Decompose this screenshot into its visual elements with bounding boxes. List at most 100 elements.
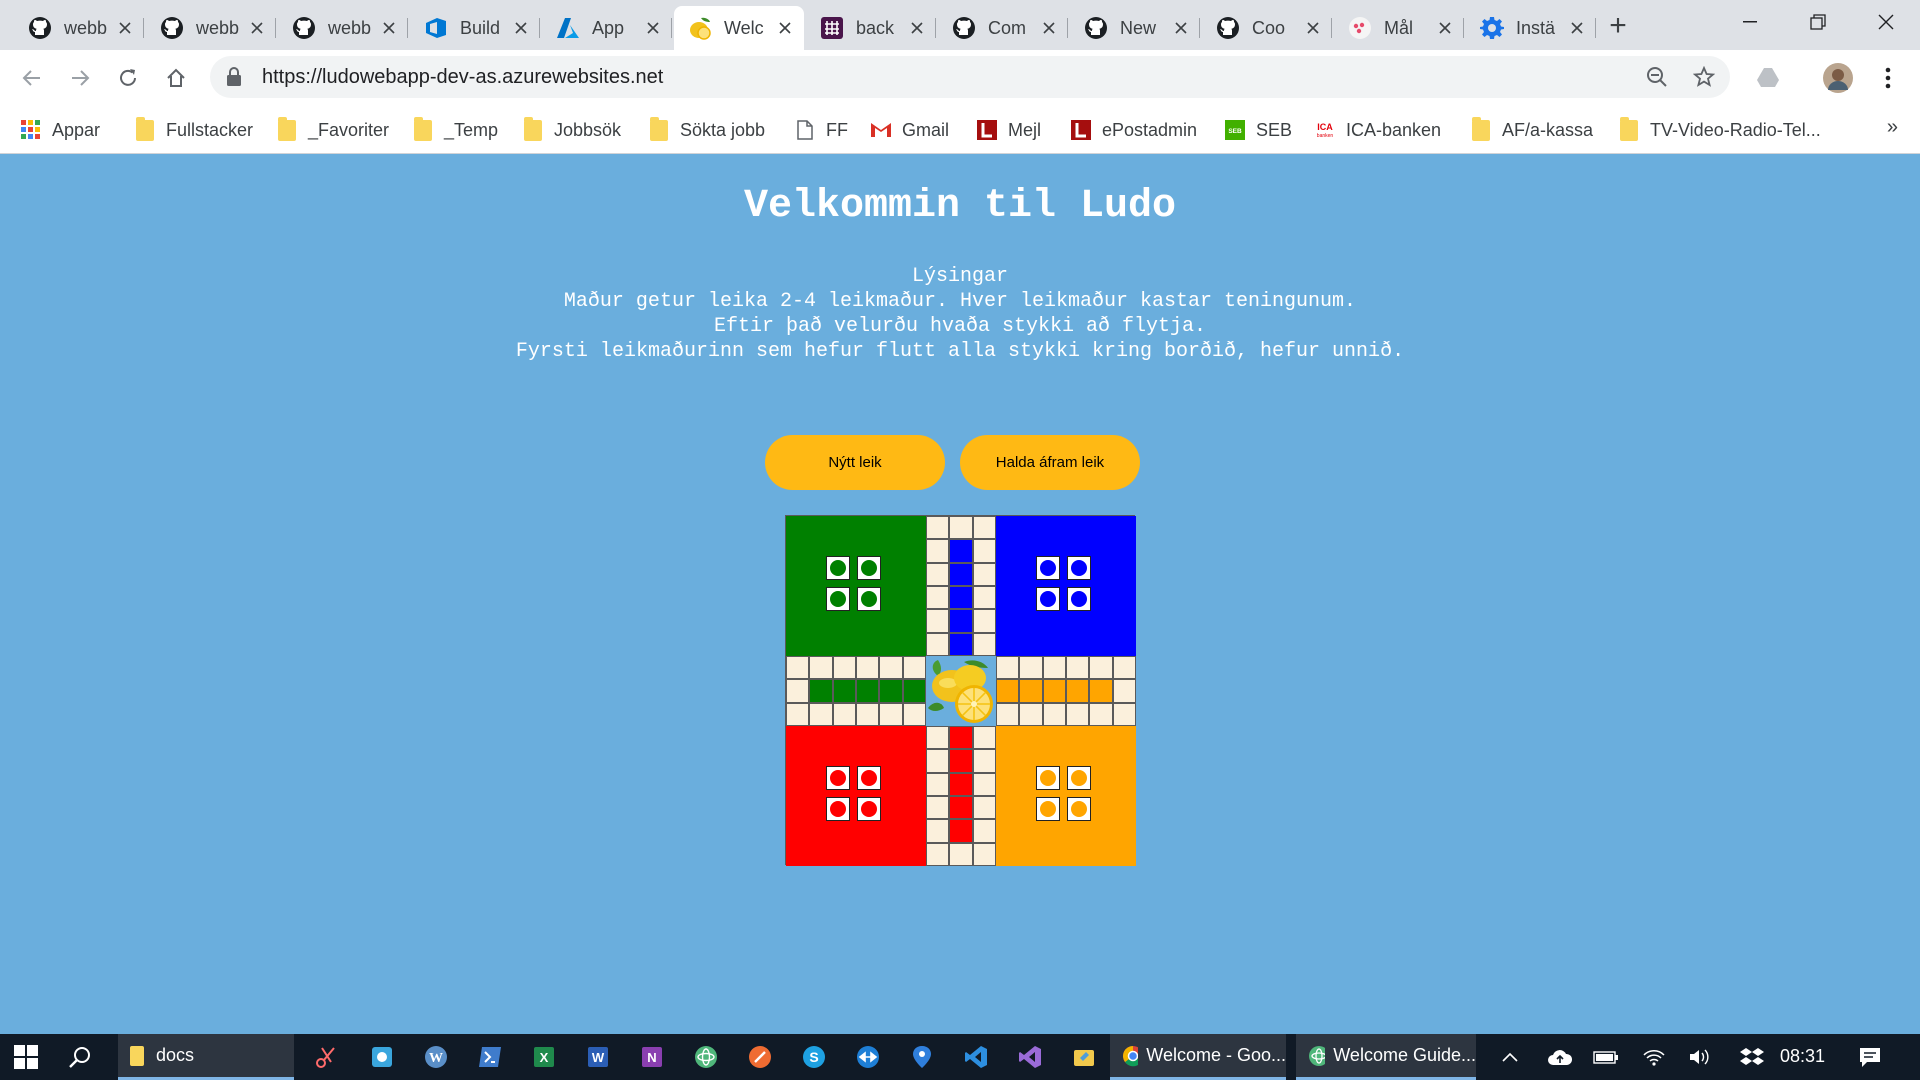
game-piece[interactable]	[1067, 587, 1091, 611]
bookmark-7[interactable]: Gmail	[870, 116, 949, 144]
taskbar-pin-tools[interactable]	[1070, 1043, 1098, 1071]
minimize-button[interactable]	[1716, 0, 1784, 44]
battery-tray-button[interactable]	[1592, 1043, 1620, 1071]
restore-button[interactable]	[1784, 0, 1852, 44]
game-piece[interactable]	[857, 556, 881, 580]
game-piece[interactable]	[1067, 556, 1091, 580]
taskbar-pin-onenote[interactable]: N	[638, 1043, 666, 1071]
taskbar-pin-snipping[interactable]	[312, 1043, 340, 1071]
menu-button[interactable]	[1870, 60, 1906, 96]
home-lane-blue	[949, 632, 973, 656]
tab-4[interactable]: App	[542, 6, 672, 50]
game-piece[interactable]	[826, 766, 850, 790]
taskbar-pin-word[interactable]: W	[584, 1043, 612, 1071]
game-piece[interactable]	[826, 556, 850, 580]
tab-3[interactable]: Build	[410, 6, 540, 50]
tab-6[interactable]: back	[806, 6, 936, 50]
taskbar-pin-excel[interactable]: X	[530, 1043, 558, 1071]
taskbar-pin-postman[interactable]	[746, 1043, 774, 1071]
bookmark-star-button[interactable]	[1690, 63, 1718, 91]
game-piece[interactable]	[1067, 797, 1091, 821]
bookmark-8[interactable]: Mejl	[976, 116, 1041, 144]
forward-button[interactable]	[62, 60, 98, 96]
taskbar-pin-wordpress[interactable]: W	[422, 1043, 450, 1071]
bookmark-13[interactable]: TV-Video-Radio-Tel...	[1618, 116, 1821, 144]
bookmark-6[interactable]: FF	[794, 116, 848, 144]
tab-2[interactable]: webb	[278, 6, 408, 50]
tab-0[interactable]: webb	[14, 6, 144, 50]
game-piece[interactable]	[857, 766, 881, 790]
onedrive-tray-button[interactable]	[1546, 1043, 1574, 1071]
tab-5[interactable]: Welc	[674, 6, 804, 50]
taskbar-pin-skype[interactable]: S	[800, 1043, 828, 1071]
bookmark-1[interactable]: Fullstacker	[134, 116, 253, 144]
new-tab-button[interactable]: +	[1602, 9, 1634, 42]
game-piece[interactable]	[1036, 797, 1060, 821]
home-button[interactable]	[158, 60, 194, 96]
game-piece[interactable]	[857, 797, 881, 821]
taskbar-pin-app[interactable]	[368, 1043, 396, 1071]
bookmark-5[interactable]: Sökta jobb	[648, 116, 765, 144]
reload-button[interactable]	[110, 60, 146, 96]
address-bar[interactable]: https://ludowebapp-dev-as.azurewebsites.…	[210, 56, 1730, 98]
tab-close-button[interactable]	[248, 19, 266, 37]
bookmark-4[interactable]: Jobbsök	[522, 116, 621, 144]
show-hidden-icons-button[interactable]	[1496, 1043, 1524, 1071]
close-window-button[interactable]	[1852, 0, 1920, 44]
wifi-tray-button[interactable]	[1640, 1043, 1668, 1071]
taskbar-pin-vscode[interactable]	[962, 1043, 990, 1071]
tab-close-button[interactable]	[1172, 19, 1190, 37]
tab-7[interactable]: Com	[938, 6, 1068, 50]
taskbar-pin-visual-studio[interactable]	[1016, 1043, 1044, 1071]
tab-close-button[interactable]	[776, 19, 794, 37]
taskbar-chrome-window[interactable]: Welcome - Goo...	[1110, 1034, 1286, 1080]
bookmark-12[interactable]: AF/a-kassa	[1470, 116, 1593, 144]
drive-extension-button[interactable]	[1750, 60, 1786, 96]
tab-9[interactable]: Coo	[1202, 6, 1332, 50]
new-game-button[interactable]: Nýtt leik	[765, 435, 945, 490]
taskbar-pin-atom[interactable]	[692, 1043, 720, 1071]
tab-close-button[interactable]	[116, 19, 134, 37]
game-piece[interactable]	[1036, 556, 1060, 580]
bookmark-9[interactable]: ePostadmin	[1070, 116, 1197, 144]
bookmarks-overflow-button[interactable]: »	[1887, 116, 1898, 139]
search-button[interactable]	[66, 1043, 94, 1071]
volume-tray-button[interactable]	[1686, 1043, 1714, 1071]
tab-close-button[interactable]	[1568, 19, 1586, 37]
tab-close-button[interactable]	[512, 19, 530, 37]
continue-game-button[interactable]: Halda áfram leik	[960, 435, 1140, 490]
bookmark-3[interactable]: _Temp	[412, 116, 498, 144]
back-button[interactable]	[14, 60, 50, 96]
game-piece[interactable]	[1036, 587, 1060, 611]
taskbar-pin-teamviewer[interactable]	[854, 1043, 882, 1071]
action-center-button[interactable]	[1856, 1043, 1884, 1071]
game-piece[interactable]	[826, 587, 850, 611]
bookmark-0[interactable]: Appar	[20, 116, 100, 144]
tab-close-button[interactable]	[644, 19, 662, 37]
game-piece[interactable]	[1036, 766, 1060, 790]
taskbar-atom-window[interactable]: Welcome Guide...	[1296, 1034, 1476, 1080]
taskbar-pin-maps[interactable]	[908, 1043, 936, 1071]
taskbar-explorer-docs[interactable]: docs	[118, 1034, 294, 1080]
bookmark-11[interactable]: ICA banken ICA-banken	[1314, 116, 1441, 144]
tab-close-button[interactable]	[1304, 19, 1322, 37]
tab-close-button[interactable]	[1436, 19, 1454, 37]
game-piece[interactable]	[826, 797, 850, 821]
dropbox-tray-button[interactable]	[1738, 1043, 1766, 1071]
tab-10[interactable]: Mål	[1334, 6, 1464, 50]
bookmark-10[interactable]: SEB SEB	[1224, 116, 1292, 144]
tab-11[interactable]: Instä	[1466, 6, 1596, 50]
taskbar-pin-powershell[interactable]	[476, 1043, 504, 1071]
tab-close-button[interactable]	[380, 19, 398, 37]
profile-button[interactable]	[1820, 60, 1856, 96]
tab-8[interactable]: New	[1070, 6, 1200, 50]
bookmark-2[interactable]: _Favoriter	[276, 116, 389, 144]
game-piece[interactable]	[857, 587, 881, 611]
tab-close-button[interactable]	[1040, 19, 1058, 37]
zoom-button[interactable]	[1643, 63, 1671, 91]
game-piece[interactable]	[1067, 766, 1091, 790]
tab-1[interactable]: webb	[146, 6, 276, 50]
tab-close-button[interactable]	[908, 19, 926, 37]
taskbar-clock[interactable]: 08:31	[1780, 1046, 1825, 1067]
start-button[interactable]	[12, 1043, 40, 1071]
